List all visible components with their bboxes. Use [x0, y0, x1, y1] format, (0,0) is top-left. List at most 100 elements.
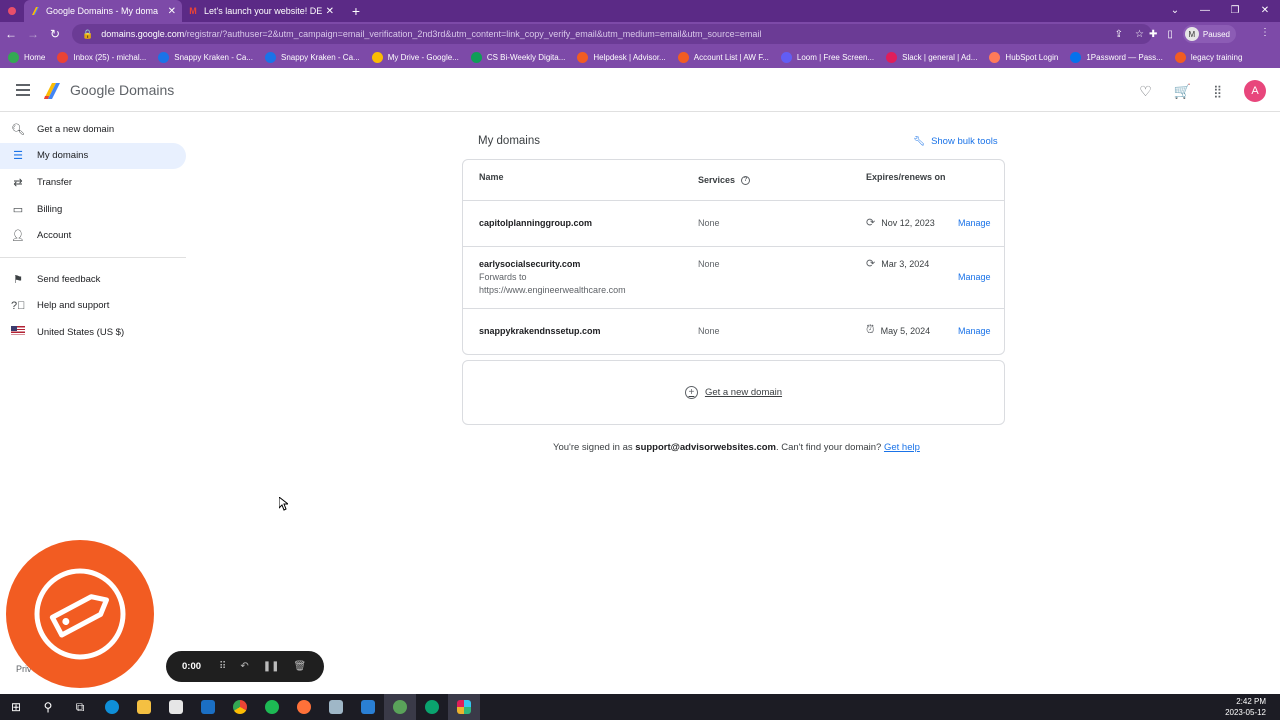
bookmark-favicon-icon: [677, 51, 689, 63]
new-tab-button[interactable]: +: [348, 3, 364, 19]
get-help-link[interactable]: Get help: [884, 442, 920, 453]
mail-icon[interactable]: [192, 694, 224, 720]
notes-icon[interactable]: [320, 694, 352, 720]
reload-icon[interactable]: ↻: [44, 27, 66, 41]
windows-start-icon[interactable]: ⊞: [0, 694, 32, 720]
sidebar-item-get-new-domain[interactable]: 🔍︎ Get a new domain: [0, 116, 186, 143]
apps-grid-icon[interactable]: ⣿: [1213, 84, 1222, 98]
bookmark-item[interactable]: Loom | Free Screen...: [780, 51, 875, 63]
system-clock[interactable]: 2:42 PM 2023-05-12: [1225, 696, 1266, 718]
back-icon[interactable]: ←: [0, 27, 22, 41]
extensions-icon[interactable]: ✚: [1149, 29, 1157, 40]
profile-button[interactable]: M Paused: [1182, 25, 1236, 43]
sidebar-item-label: Get a new domain: [37, 123, 115, 135]
favorites-heart-icon[interactable]: ♡: [1139, 83, 1152, 100]
sidebar-item-billing[interactable]: ▭ Billing: [0, 196, 186, 223]
sidebar-item-country[interactable]: United States (US $): [0, 319, 186, 346]
chrome-icon[interactable]: [224, 694, 256, 720]
get-new-domain-link[interactable]: + Get a new domain: [684, 386, 782, 399]
bookmark-item[interactable]: Slack | general | Ad...: [886, 51, 977, 63]
sidebar-item-help[interactable]: ?⃝ Help and support: [0, 293, 186, 320]
sidebar-item-send-feedback[interactable]: ⚑ Send feedback: [0, 266, 186, 293]
firefox-icon[interactable]: [288, 694, 320, 720]
bookmark-item[interactable]: Snappy Kraken - Ca...: [158, 51, 253, 63]
account-avatar[interactable]: A: [1244, 80, 1266, 102]
bookmark-label: CS Bi-Weekly Digita...: [486, 52, 566, 62]
search-icon[interactable]: ⚲: [32, 694, 64, 720]
bookmark-item[interactable]: legacy training: [1174, 51, 1242, 63]
task-view-icon[interactable]: ⧉: [64, 694, 96, 720]
file-explorer-icon[interactable]: [128, 694, 160, 720]
wrench-icon: 🔧︎: [913, 136, 926, 147]
loom-tag-icon: [34, 568, 126, 660]
bookmark-item[interactable]: Home: [8, 51, 45, 63]
hamburger-menu-icon[interactable]: [16, 84, 30, 96]
photos-icon[interactable]: [352, 694, 384, 720]
mouse-cursor-icon: [279, 497, 288, 511]
chrome-profile-icon[interactable]: [384, 694, 416, 720]
renew-icon: ⟳: [866, 217, 876, 229]
address-bar[interactable]: 🔒 domains.google.com/registrar/?authuser…: [72, 24, 1152, 44]
tab-gmail[interactable]: M Let's launch your website! DEMO ✕: [182, 0, 340, 22]
bookmark-item[interactable]: CS Bi-Weekly Digita...: [470, 51, 566, 63]
forwards-to-url: https://www.engineerwealthcare.com: [479, 285, 626, 295]
person-icon: 👤︎: [11, 230, 25, 243]
bookmark-favicon-icon: [989, 51, 1001, 63]
loom-camera-bubble: [6, 540, 154, 688]
side-panel-icon[interactable]: ▯: [1167, 29, 1173, 40]
sidebar-item-account[interactable]: 👤︎ Account: [0, 222, 186, 249]
store-icon[interactable]: [160, 694, 192, 720]
bookmark-item[interactable]: Account List | AW F...: [677, 51, 769, 63]
tab-title: Let's launch your website! DEMO: [204, 6, 322, 16]
manage-link[interactable]: Manage: [958, 218, 991, 228]
close-tab-icon[interactable]: ✕: [168, 6, 176, 17]
close-window-button[interactable]: ✕: [1250, 0, 1280, 22]
domain-name: snappykrakendnssetup.com: [479, 326, 601, 336]
bookmark-item[interactable]: HubSpot Login: [989, 51, 1058, 63]
table-row: earlysocialsecurity.com Forwards to http…: [463, 247, 1004, 309]
pause-icon[interactable]: ❚❚: [263, 661, 280, 672]
bookmark-item[interactable]: Helpdesk | Advisor...: [577, 51, 666, 63]
bookmark-item[interactable]: Inbox (25) - michal...: [57, 51, 146, 63]
domain-name: capitolplanninggroup.com: [479, 218, 592, 228]
spotify-icon[interactable]: [256, 694, 288, 720]
help-circle-icon[interactable]: ?: [741, 175, 751, 185]
forward-icon[interactable]: →: [22, 27, 44, 41]
edge-icon[interactable]: [96, 694, 128, 720]
bookmark-star-icon[interactable]: ☆: [1135, 29, 1144, 40]
bookmark-label: Loom | Free Screen...: [796, 52, 875, 62]
services-value: None: [698, 259, 720, 269]
tab-google-domains[interactable]: Google Domains - My doma ✕: [24, 0, 182, 22]
tab-search-icon[interactable]: ⌄: [1160, 0, 1190, 22]
sidebar-item-label: Billing: [37, 203, 63, 215]
slack-icon[interactable]: [448, 694, 480, 720]
lock-icon[interactable]: 🔒: [82, 29, 93, 40]
sidebar-item-my-domains[interactable]: ☰ My domains: [0, 142, 186, 170]
restore-button[interactable]: ❐: [1220, 0, 1250, 22]
bookmark-item[interactable]: Snappy Kraken - Ca...: [264, 51, 360, 63]
bookmark-item[interactable]: 1Password — Pass...: [1070, 51, 1163, 63]
trash-icon[interactable]: 🗑︎: [294, 661, 307, 672]
sidebar-item-label: Transfer: [37, 176, 73, 188]
share-icon[interactable]: ⇪: [1115, 29, 1123, 40]
bookmark-favicon-icon: [1070, 51, 1082, 63]
drag-handle-icon[interactable]: ⠿: [219, 661, 226, 672]
sidebar-item-transfer[interactable]: ⇄ Transfer: [0, 169, 186, 196]
cart-icon[interactable]: 🛒: [1174, 83, 1191, 100]
bookmark-label: My Drive - Google...: [387, 52, 459, 62]
show-bulk-tools-button[interactable]: 🔧︎ Show bulk tools: [913, 136, 998, 147]
bookmark-item[interactable]: My Drive - Google...: [371, 51, 459, 63]
manage-link[interactable]: Manage: [958, 326, 991, 336]
table-row: capitolplanninggroup.com None ⟳ Nov 12, 2…: [463, 201, 1004, 247]
sidebar-item-label: Help and support: [37, 300, 110, 312]
kebab-menu-icon[interactable]: ⋮: [1260, 27, 1270, 38]
undo-icon[interactable]: ↶: [240, 661, 248, 672]
sidebar: 🔍︎ Get a new domain ☰ My domains ⇄ Transfer…: [0, 116, 190, 346]
sidebar-item-label: My domains: [37, 150, 89, 162]
manage-link[interactable]: Manage: [958, 272, 991, 282]
credit-card-icon: ▭: [12, 203, 24, 216]
bulk-tools-label: Show bulk tools: [931, 136, 998, 147]
close-tab-icon[interactable]: ✕: [326, 6, 334, 17]
android-studio-icon[interactable]: [416, 694, 448, 720]
minimize-button[interactable]: —: [1190, 0, 1220, 22]
